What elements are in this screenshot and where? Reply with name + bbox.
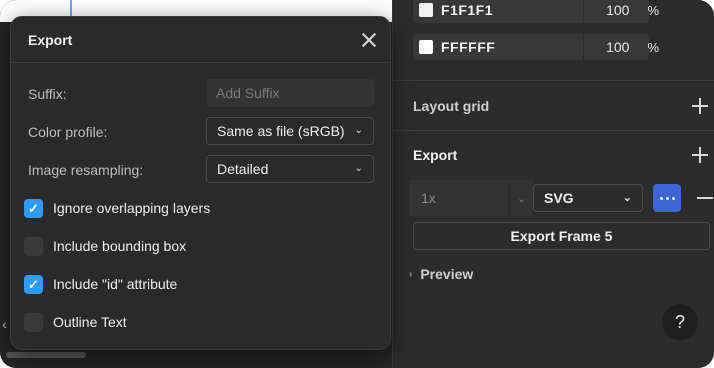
checkbox[interactable]: [24, 236, 43, 256]
fill-opacity[interactable]: 100 %: [583, 34, 669, 60]
checkbox-checked[interactable]: ✓: [24, 198, 43, 218]
checkbox[interactable]: [24, 312, 43, 332]
dot-icon: [659, 196, 663, 200]
check-icon: ✓: [28, 200, 39, 216]
opacity-value[interactable]: 100: [606, 39, 629, 55]
divider: [393, 80, 714, 81]
export-settings-dialog: Export Suffix: Add Suffix Color profile:…: [10, 16, 391, 350]
chevron-down-icon: ⌄: [622, 192, 632, 204]
fill-row[interactable]: FFFFFF 100 %: [413, 34, 659, 60]
format-select[interactable]: SVG ⌄: [533, 184, 643, 212]
opacity-unit: %: [647, 2, 659, 18]
export-section-title: Export: [413, 147, 458, 163]
export-setting-row: 1x ⌄ SVG ⌄: [393, 180, 714, 216]
color-profile-value[interactable]: Same as file (sRGB): [217, 123, 345, 139]
opacity-unit: %: [647, 39, 659, 55]
layout-grid-title: Layout grid: [413, 98, 490, 114]
preview-label: Preview: [420, 266, 474, 282]
fill-color-field[interactable]: FFFFFF 100 %: [413, 34, 659, 60]
help-button[interactable]: ?: [662, 304, 698, 340]
fill-hex[interactable]: F1F1F1: [441, 2, 493, 18]
add-export-icon[interactable]: [692, 147, 708, 163]
option-ignore-overlapping[interactable]: ✓ Ignore overlapping layers: [24, 198, 210, 218]
scale-value[interactable]: 1x: [421, 190, 436, 206]
scale-input[interactable]: 1x ⌄: [409, 180, 533, 216]
app-window: ‹ F1F1F1 100 % FFFFFF 100 % Layout grid …: [0, 0, 714, 368]
dot-icon: [665, 196, 669, 200]
opacity-value[interactable]: 100: [606, 2, 629, 18]
fill-opacity[interactable]: 100 %: [583, 0, 669, 23]
color-swatch[interactable]: [419, 40, 433, 54]
chevron-down-icon: ⌄: [354, 125, 363, 136]
chevron-left-icon[interactable]: ‹: [2, 316, 10, 336]
image-resampling-label: Image resampling:: [28, 162, 144, 178]
chevron-down-icon[interactable]: ⌄: [509, 180, 533, 216]
checkbox-checked[interactable]: ✓: [24, 274, 43, 294]
caret-right-icon: ›: [409, 268, 413, 280]
more-options-button[interactable]: [653, 184, 681, 212]
suffix-label: Suffix:: [28, 86, 67, 102]
color-profile-select[interactable]: Same as file (sRGB) ⌄: [206, 117, 374, 145]
add-layout-grid-icon[interactable]: [692, 98, 708, 114]
properties-panel: F1F1F1 100 % FFFFFF 100 % Layout grid Ex…: [392, 0, 714, 368]
option-label: Ignore overlapping layers: [53, 200, 211, 216]
option-include-bounding-box[interactable]: Include bounding box: [24, 236, 186, 256]
image-resampling-select[interactable]: Detailed ⌄: [206, 155, 374, 183]
dialog-title: Export: [28, 32, 73, 48]
divider: [393, 130, 714, 131]
color-swatch[interactable]: [419, 3, 433, 17]
check-icon: ✓: [28, 276, 39, 292]
option-label: Outline Text: [53, 314, 127, 330]
fill-color-field[interactable]: F1F1F1 100 %: [413, 0, 659, 23]
suffix-input[interactable]: Add Suffix: [206, 79, 374, 107]
chevron-down-icon: ⌄: [354, 163, 363, 174]
export-frame-button[interactable]: Export Frame 5: [413, 222, 710, 250]
dot-icon: [671, 196, 675, 200]
option-label: Include "id" attribute: [53, 276, 178, 292]
format-value[interactable]: SVG: [544, 190, 574, 206]
close-icon[interactable]: [361, 32, 377, 48]
option-outline-text[interactable]: Outline Text: [24, 312, 127, 332]
image-resampling-value[interactable]: Detailed: [217, 161, 268, 177]
horizontal-scrollbar[interactable]: [6, 352, 86, 358]
fill-hex[interactable]: FFFFFF: [441, 39, 495, 55]
remove-export-icon[interactable]: [697, 197, 713, 199]
option-label: Include bounding box: [53, 238, 187, 254]
option-include-id[interactable]: ✓ Include "id" attribute: [24, 274, 177, 294]
preview-toggle[interactable]: › Preview: [409, 266, 473, 282]
dialog-header: Export: [11, 17, 390, 63]
color-profile-label: Color profile:: [28, 124, 108, 140]
fill-row[interactable]: F1F1F1 100 %: [413, 0, 659, 23]
